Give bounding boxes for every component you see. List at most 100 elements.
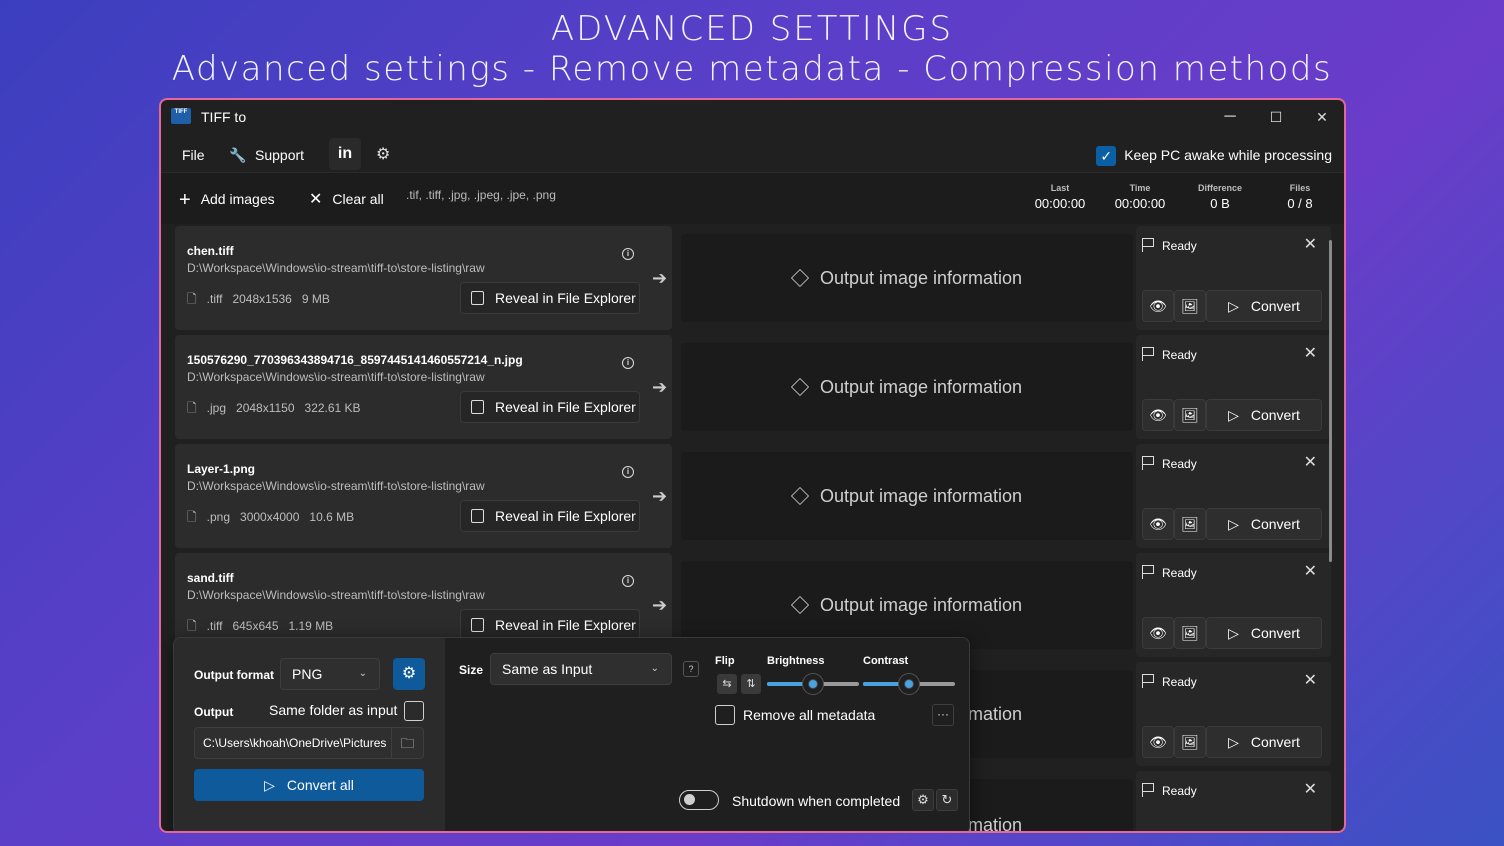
reveal-label: Reveal in File Explorer	[495, 617, 636, 633]
same-folder-checkbox[interactable]	[404, 701, 424, 721]
file-size: 322.61 KB	[304, 401, 361, 415]
flag-icon	[1142, 456, 1154, 470]
output-info-box: Output image information	[681, 452, 1133, 540]
reveal-button[interactable]: Reveal in File Explorer	[460, 500, 640, 532]
play-icon: ▷	[1228, 407, 1239, 423]
maximize-button[interactable]: ☐	[1253, 104, 1299, 130]
eye-icon: 👁	[1149, 516, 1167, 532]
add-images-button[interactable]: + Add images	[179, 187, 275, 211]
file-name: 150576290_770396343894716_85974451414605…	[187, 353, 523, 367]
clear-all-button[interactable]: ✕ Clear all	[309, 187, 384, 211]
remove-file-button[interactable]: ✕	[1304, 343, 1317, 363]
remove-file-button[interactable]: ✕	[1304, 234, 1317, 254]
brightness-slider[interactable]	[767, 674, 859, 694]
image-button[interactable]: 🖼	[1174, 726, 1206, 758]
minimize-button[interactable]: ─	[1207, 104, 1253, 130]
file-row: 150576290_770396343894716_85974451414605…	[175, 335, 1331, 439]
x-icon: ✕	[309, 191, 323, 208]
shutdown-toggle[interactable]	[679, 790, 719, 810]
banner-title: ADVANCED SETTINGS	[550, 9, 954, 49]
flip-vertical-icon[interactable]: ⇅	[741, 674, 761, 694]
file-actions: Ready ✕ 👁 🖼 ▷ Convert	[1136, 226, 1331, 330]
play-icon: ▷	[1228, 625, 1239, 641]
convert-label: Convert	[1250, 516, 1300, 532]
size-help-button[interactable]: ?	[683, 661, 699, 677]
contrast-thumb[interactable]	[899, 674, 919, 694]
reveal-button[interactable]: Reveal in File Explorer	[460, 391, 640, 423]
convert-button[interactable]: ▷ Convert	[1206, 508, 1322, 540]
output-info-box: Output image information	[681, 234, 1133, 322]
close-window-button[interactable]: ✕	[1299, 104, 1344, 130]
remove-metadata-checkbox[interactable]	[715, 705, 735, 725]
image-button[interactable]: 🖼	[1174, 508, 1206, 540]
feedback-icon[interactable]: ⚙	[376, 142, 390, 168]
flag-icon	[1142, 238, 1154, 252]
file-icon: 🗋	[187, 292, 197, 306]
convert-button[interactable]: ▷ Convert	[1206, 617, 1322, 649]
image-button[interactable]: 🖼	[1174, 399, 1206, 431]
list-scrollbar[interactable]	[1329, 240, 1332, 562]
wrench-icon: 🔧	[229, 147, 247, 163]
file-row: Layer-1.png D:\Workspace\Windows\io-stre…	[175, 444, 1331, 548]
preview-button[interactable]: 👁	[1142, 290, 1174, 322]
file-name: chen.tiff	[187, 244, 234, 258]
convert-button[interactable]: ▷ Convert	[1206, 399, 1322, 431]
gear-icon[interactable]: ⚙	[912, 789, 934, 811]
output-format-dropdown[interactable]: PNG ⌄	[280, 658, 380, 690]
remove-file-button[interactable]: ✕	[1304, 561, 1317, 581]
size-label: Size	[459, 663, 484, 677]
flip-horizontal-icon[interactable]: ⇆	[717, 674, 737, 694]
file-path: D:\Workspace\Windows\io-stream\tiff-to\s…	[187, 588, 485, 602]
info-icon[interactable]: i	[622, 575, 634, 587]
file-card: 150576290_770396343894716_85974451414605…	[175, 335, 672, 439]
stat-last: Last 00:00:00	[1034, 183, 1086, 211]
stat-files: Files 0 / 8	[1287, 183, 1313, 211]
brightness-thumb[interactable]	[803, 674, 823, 694]
file-dims: 645x645	[232, 619, 279, 633]
more-options-button[interactable]: ···	[932, 704, 954, 726]
preview-button[interactable]: 👁	[1142, 617, 1174, 649]
remove-file-button[interactable]: ✕	[1304, 779, 1317, 799]
size-dropdown[interactable]: Same as Input ⌄	[490, 653, 672, 685]
preview-button[interactable]: 👁	[1142, 508, 1174, 540]
preview-button[interactable]: 👁	[1142, 399, 1174, 431]
chevron-down-icon: ⌄	[650, 663, 659, 674]
refresh-icon[interactable]: ↻	[936, 789, 958, 811]
eye-icon: 👁	[1149, 407, 1167, 423]
image-button[interactable]: 🖼	[1174, 617, 1206, 649]
reveal-label: Reveal in File Explorer	[495, 290, 636, 306]
keep-awake-toggle[interactable]: ✓ Keep PC awake while processing	[1096, 144, 1332, 167]
convert-button[interactable]: ▷ Convert	[1206, 290, 1322, 322]
remove-file-button[interactable]: ✕	[1304, 670, 1317, 690]
folder-browse-icon[interactable]: 🗀	[391, 728, 423, 758]
reveal-button[interactable]: Reveal in File Explorer	[460, 282, 640, 314]
file-dims: 2048x1536	[232, 292, 292, 306]
menu-file[interactable]: File	[182, 142, 205, 168]
keep-awake-checkbox[interactable]: ✓	[1096, 146, 1117, 167]
info-icon[interactable]: i	[622, 357, 634, 369]
convert-button[interactable]: ▷ Convert	[1206, 726, 1322, 758]
file-card: chen.tiff D:\Workspace\Windows\io-stream…	[175, 226, 672, 330]
chevron-down-icon: ⌄	[358, 668, 367, 679]
support-label: Support	[255, 147, 305, 163]
linkedin-icon[interactable]: in	[329, 138, 361, 170]
remove-file-button[interactable]: ✕	[1304, 452, 1317, 472]
info-icon[interactable]: i	[622, 248, 634, 260]
output-info-label: Output image information	[819, 595, 1023, 615]
output-path-field[interactable]: C:\Users\khoah\OneDrive\Pictures 🗀	[194, 727, 424, 759]
menu-support[interactable]: 🔧 Support	[229, 142, 304, 168]
info-icon[interactable]: i	[622, 466, 634, 478]
eye-icon: 👁	[1149, 298, 1167, 314]
status-label: Ready	[1142, 783, 1197, 798]
convert-label: Convert	[1250, 298, 1300, 314]
convert-all-button[interactable]: ▷ Convert all	[194, 769, 424, 801]
image-icon: 🖼	[1181, 734, 1199, 750]
status-label: Ready	[1142, 347, 1197, 362]
flag-icon	[1142, 674, 1154, 688]
preview-button[interactable]: 👁	[1142, 726, 1174, 758]
stat-difference: Difference 0 B	[1197, 183, 1242, 211]
image-button[interactable]: 🖼	[1174, 290, 1206, 322]
contrast-slider[interactable]	[863, 674, 955, 694]
convert-label: Convert	[1250, 734, 1300, 750]
format-settings-button[interactable]: ⚙	[393, 658, 425, 690]
